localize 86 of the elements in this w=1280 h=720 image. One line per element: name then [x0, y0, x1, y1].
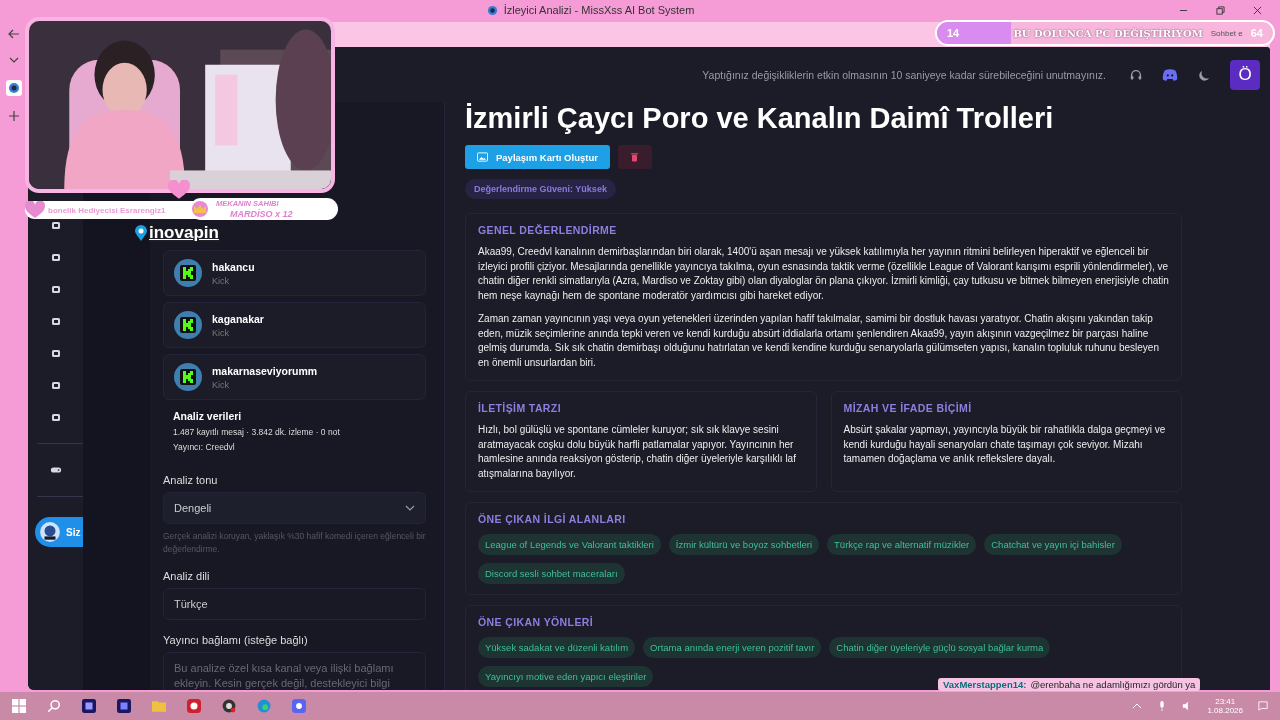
section-heading: GENEL DEĞERLENDİRME — [478, 224, 618, 236]
nav-icon[interactable] — [49, 283, 62, 295]
confidence-badge: Değerlendirme Güveni: Yüksek — [465, 179, 616, 199]
discord-icon[interactable] — [1162, 67, 1178, 82]
owner-name: MARDİSO x 12 — [229, 209, 293, 219]
app-icon — [486, 4, 498, 16]
interest-tag: Türkçe rap ve alternatif müzikler — [827, 534, 977, 555]
section-heading: İLETİŞİM TARZI — [478, 402, 562, 414]
field-label: Analiz dili — [163, 570, 211, 582]
viewer-platform: Kick — [212, 327, 230, 338]
strength-tag: Yüksek sadakat ve düzenli katılım — [478, 637, 636, 658]
chat-tab-label: Sohbet e — [1210, 28, 1243, 38]
kick-avatar-icon — [174, 311, 202, 339]
nav-icon[interactable] — [49, 251, 62, 263]
field-label: Yayıncı bağlamı (isteğe bağlı) — [163, 634, 309, 646]
pin-icon — [135, 225, 147, 241]
windows-start-icon[interactable] — [12, 699, 26, 713]
section-heading: ÖNE ÇIKAN İLGİ ALANLARI — [478, 513, 627, 525]
sponsor-logo-text: inovapin — [149, 223, 219, 243]
context-field[interactable]: Bu analize özel kısa kanal veya ilişki bağlamı ekleyin. Kesin gerçek değil, destekleyici bilgi — [163, 652, 426, 690]
field-label: Analiz tonu — [163, 474, 219, 486]
streamer-text: Yayıncı: Creedvl — [173, 442, 236, 452]
section-heading: ÖNE ÇIKAN YÖNLERİ — [478, 616, 595, 628]
kick-avatar-icon — [174, 259, 202, 287]
chat-message: @erenbaha ne adamlığımızı gördün ya — [1030, 679, 1196, 690]
chat-app-icon[interactable] — [292, 699, 306, 713]
chevron-up-icon[interactable] — [1132, 701, 1143, 711]
chat-username: VaxMerstappen14: — [943, 679, 1027, 690]
app-icon[interactable] — [187, 699, 201, 713]
trash-icon — [629, 152, 641, 162]
viewer-name: makarnaseviyorumm — [212, 364, 318, 377]
profile-avatar[interactable]: Ö — [1230, 59, 1260, 90]
section-heading: MİZAH VE İFADE BİÇİMİ — [843, 402, 973, 414]
nav-icon[interactable] — [49, 411, 62, 423]
nav-icon[interactable] — [49, 379, 62, 391]
kick-avatar-icon — [174, 363, 202, 391]
paragraph: Akaa99, Creedvl kanalının demirbaşlarından biri olarak, 1400'ü aşan mesajı ve yüksek katılımıyla her yayının ritmini belirleyen hiperaktif ve eğlenceli bir izleyici profili çiziyor. Mesajlarında genellikle yayıncıya takılma, oyun esnasında taktik verme (özellikle League of Valorant karışımı esprili yönlendirmeler), ve chatin diğer renkli simatlarıyla (Azra, Mardiso ve Zoktay gibi) olan diyaloglar ön plana çıkıyor. İzmirli kimliği, çay tutkusu ve bitmek bilmeyen enerjisiyle chatin hem neşe kaynağı hem de spontane moderatör yardımcısı gibi hareket ediyor. — [478, 245, 1169, 303]
nav-icon[interactable] — [49, 347, 62, 359]
avatar-icon — [39, 521, 61, 543]
goal-current: 14 — [947, 27, 960, 39]
tab-icon[interactable] — [6, 80, 22, 96]
interest-tag: Discord sesli sohbet maceraları — [478, 563, 625, 584]
language-field[interactable]: Türkçe — [163, 588, 426, 620]
paragraph: Hızlı, bol gülüşlü ve spontane cümleler kuruyor; sık sık klavye sesini aratmayacak coşku dolu büyük harfli patlamalar yapıyor. Yayıncının her hamlesine anında reaksiyon gösterip, chatin diğer üyeleriyle karşılıklı laf atışmalarına bayılıyor. — [478, 423, 797, 481]
heart-icon — [25, 201, 45, 219]
heart-icon — [168, 180, 190, 200]
strength-tag: Chatin diğer üyeleriyle güçlü sosyal bağlar kurma — [829, 637, 1051, 658]
delete-button[interactable] — [617, 145, 652, 169]
crown-icon — [190, 200, 210, 218]
result-title: İzmirli Çaycı Poro ve Kanalın Daimî Trolleri — [465, 102, 1054, 135]
gamepad-icon[interactable] — [49, 464, 62, 476]
headset-icon[interactable] — [1128, 67, 1144, 82]
viewer-name: hakancu — [212, 260, 255, 273]
viewer-item[interactable]: makarnaseviyorumm Kick — [163, 354, 426, 400]
back-arrow-icon[interactable] — [8, 28, 20, 40]
plus-icon[interactable] — [8, 110, 20, 122]
interest-tag: Chatchat ve yayın içi bahisler — [984, 534, 1122, 555]
restore-icon[interactable] — [1216, 5, 1225, 15]
nav-icon[interactable] — [49, 219, 62, 231]
strength-tag: Ortama anında enerji veren pozitif tavır — [643, 637, 822, 658]
interest-tag: İzmir kültürü ve boyoz sohbetleri — [668, 534, 820, 555]
goal-target: 64 — [1250, 27, 1263, 39]
chevron-down-icon — [405, 505, 415, 511]
viewer-name: kaganakar — [212, 312, 264, 325]
tone-select[interactable]: Dengeli — [163, 492, 426, 524]
record-app-icon[interactable] — [222, 699, 236, 713]
app-icon[interactable] — [82, 699, 96, 713]
nav-icon[interactable] — [49, 315, 62, 327]
viewer-platform: Kick — [212, 379, 230, 390]
notice-text: Yaptığınız değişikliklerin etkin olmasının 10 saniyeye kadar sürebileceğini unutmayınız. — [702, 68, 1106, 81]
strength-tag: Yayıncıyı motive eden yapıcı eleştiriler — [478, 666, 654, 687]
viewer-item[interactable]: kaganakar Kick — [163, 302, 426, 348]
search-icon[interactable] — [47, 699, 61, 713]
image-icon — [477, 152, 488, 162]
viewer-platform: Kick — [212, 275, 230, 286]
paragraph: Zaman zaman yayıncının yaşı veya oyun yetenekleri üzerinden yapılan hafif takılmalar, samimi bir dostluk havası yaratıyor. Chatin akışını yakından takip eden, müzik seçimlerine anında tepki veren ve kendi kurduğu absürt iddialarla ortamı şenlendiren Akaa99, yayın akışının vazgeçilmez bir parçası haline gelmiş durumda. Sık sık chatin demirbaşı olduğunu hatırlatan ve kendi kendine kurduğu senaryolarla gülümseten yapısı, kanalın topluluk ruhunu besleyen en önemli unsurlardan biri. — [478, 312, 1160, 370]
section-title: Analiz verileri — [173, 410, 243, 422]
goal-text: BU DOLUNCA PC DEĞİŞTİRİYOM — [1012, 27, 1203, 39]
paragraph: Absürt şakalar yapmayı, yayıncıyla büyük bir rahatlıkla dalga geçmeyi ve kendi kurduğu hayali senaryoları chate taşımayı çok seviyor. Mizahı tamamen doğaçlama ve anlık reflekslere dayalı. — [843, 423, 1167, 466]
stats-text: 1.487 kayıtlı mesaj · 3.842 dk. izleme · 0 not — [173, 427, 341, 437]
close-icon[interactable] — [1253, 5, 1262, 15]
gift-text: bonelik Hediyecisi Esrarengiz1 — [48, 205, 166, 215]
viewer-item[interactable]: hakancu Kick — [163, 250, 426, 296]
app-icon[interactable] — [117, 699, 131, 713]
interest-tag: League of Legends ve Valorant taktikleri — [478, 534, 661, 555]
window-title: İzleyici Analizi - MissXss AI Bot System — [503, 4, 695, 16]
